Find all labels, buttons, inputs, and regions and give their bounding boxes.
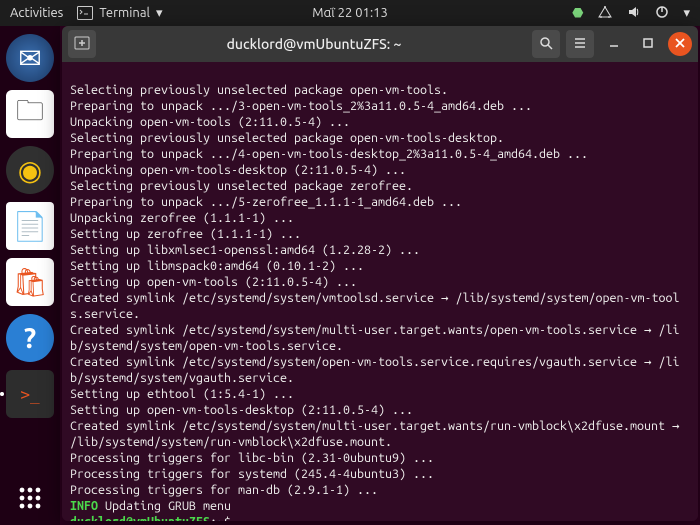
- window-header[interactable]: ducklord@vmUbuntuZFS: ~: [62, 26, 698, 62]
- new-tab-button[interactable]: [68, 30, 96, 58]
- info-message: Updating GRUB menu: [105, 499, 231, 513]
- power-icon[interactable]: [655, 5, 669, 22]
- document-icon: 📄: [13, 210, 48, 243]
- network-icon[interactable]: [597, 5, 613, 22]
- terminal-line: Processing triggers for man-db (2.9.1-1)…: [70, 482, 690, 498]
- terminal-line: Selecting previously unselected package …: [70, 130, 690, 146]
- info-label: INFO: [70, 499, 98, 513]
- terminal-line: Unpacking zerofree (1.1.1-1) ...: [70, 210, 690, 226]
- terminal-line: Setting up libxmlsec1-openssl:amd64 (1.2…: [70, 242, 690, 258]
- terminal-line: Preparing to unpack .../4-open-vm-tools-…: [70, 146, 690, 162]
- dock-terminal[interactable]: >_: [6, 370, 54, 418]
- dock-software[interactable]: 🛍: [6, 258, 54, 306]
- clock[interactable]: Μαΐ 22 01:13: [312, 6, 388, 20]
- prompt-userhost: ducklord@vmUbuntuZFS: [70, 515, 210, 521]
- terminal-output[interactable]: Selecting previously unselected package …: [62, 62, 698, 521]
- terminal-line: Setting up ethtool (1:5.4-1) ...: [70, 386, 690, 402]
- terminal-line: Unpacking open-vm-tools-desktop (2:11.0.…: [70, 162, 690, 178]
- prompt-line[interactable]: ducklord@vmUbuntuZFS:~$: [70, 514, 690, 521]
- dock-rhythmbox[interactable]: ◉: [6, 146, 54, 194]
- prompt-icon: >_: [20, 385, 39, 404]
- hamburger-icon: [573, 36, 587, 53]
- terminal-line: Setting up open-vm-tools-desktop (2:11.0…: [70, 402, 690, 418]
- terminal-line: Processing triggers for systemd (245.4-4…: [70, 466, 690, 482]
- maximize-button[interactable]: [634, 30, 662, 58]
- dock-help[interactable]: ?: [6, 314, 54, 362]
- mail-icon: ✉: [18, 42, 41, 75]
- minimize-icon: [607, 36, 621, 53]
- terminal-icon: [77, 6, 93, 20]
- dock-writer[interactable]: 📄: [6, 202, 54, 250]
- chevron-down-icon: ▾: [156, 6, 163, 21]
- prompt-path: ~: [217, 515, 224, 521]
- shopping-bag-icon: 🛍: [12, 266, 48, 299]
- question-icon: ?: [24, 323, 36, 354]
- activities-button[interactable]: Activities: [10, 6, 63, 20]
- terminal-line: Unpacking open-vm-tools (2:11.0.5-4) ...: [70, 114, 690, 130]
- dock: ✉ 🗀 ◉ 📄 🛍 ? >_: [0, 26, 60, 525]
- app-name: Terminal: [99, 6, 150, 20]
- folder-icon: 🗀: [16, 90, 44, 138]
- dock-show-applications[interactable]: [6, 477, 54, 525]
- prompt-symbol: $: [224, 515, 231, 521]
- terminal-line: Processing triggers for libc-bin (2.31-0…: [70, 450, 690, 466]
- top-bar: Activities Terminal ▾ Μαΐ 22 01:13 ⬣ ▾: [0, 0, 700, 26]
- minimize-button[interactable]: [600, 30, 628, 58]
- terminal-line: Created symlink /etc/systemd/system/mult…: [70, 322, 690, 354]
- grid-icon: [16, 484, 44, 518]
- music-icon: ◉: [18, 154, 42, 187]
- app-indicator[interactable]: Terminal ▾: [77, 6, 162, 21]
- search-button[interactable]: [532, 30, 560, 58]
- window-title: ducklord@vmUbuntuZFS: ~: [102, 36, 526, 52]
- close-icon: [674, 36, 686, 52]
- dock-files[interactable]: 🗀: [6, 90, 54, 138]
- terminal-line: Setting up libmspack0:amd64 (0.10.1-2) .…: [70, 258, 690, 274]
- terminal-line: Preparing to unpack .../5-zerofree_1.1.1…: [70, 194, 690, 210]
- terminal-line: Preparing to unpack .../3-open-vm-tools_…: [70, 98, 690, 114]
- dock-thunderbird[interactable]: ✉: [6, 34, 54, 82]
- menu-button[interactable]: [566, 30, 594, 58]
- maximize-icon: [641, 36, 655, 53]
- shield-icon[interactable]: ⬣: [572, 6, 583, 21]
- search-icon: [539, 36, 553, 53]
- volume-icon[interactable]: [627, 5, 641, 22]
- terminal-line: Setting up open-vm-tools (2:11.0.5-4) ..…: [70, 274, 690, 290]
- terminal-line: Created symlink /etc/systemd/system/vmto…: [70, 290, 690, 322]
- terminal-line: Created symlink /etc/systemd/system/mult…: [70, 418, 690, 450]
- chevron-down-icon[interactable]: ▾: [683, 6, 690, 21]
- plus-icon: [74, 35, 90, 54]
- terminal-line: Created symlink /etc/systemd/system/open…: [70, 354, 690, 386]
- terminal-window: ducklord@vmUbuntuZFS: ~ Selec: [62, 26, 698, 521]
- terminal-line: Selecting previously unselected package …: [70, 82, 690, 98]
- close-button[interactable]: [668, 32, 692, 56]
- terminal-line: Setting up zerofree (1.1.1-1) ...: [70, 226, 690, 242]
- terminal-line: Selecting previously unselected package …: [70, 178, 690, 194]
